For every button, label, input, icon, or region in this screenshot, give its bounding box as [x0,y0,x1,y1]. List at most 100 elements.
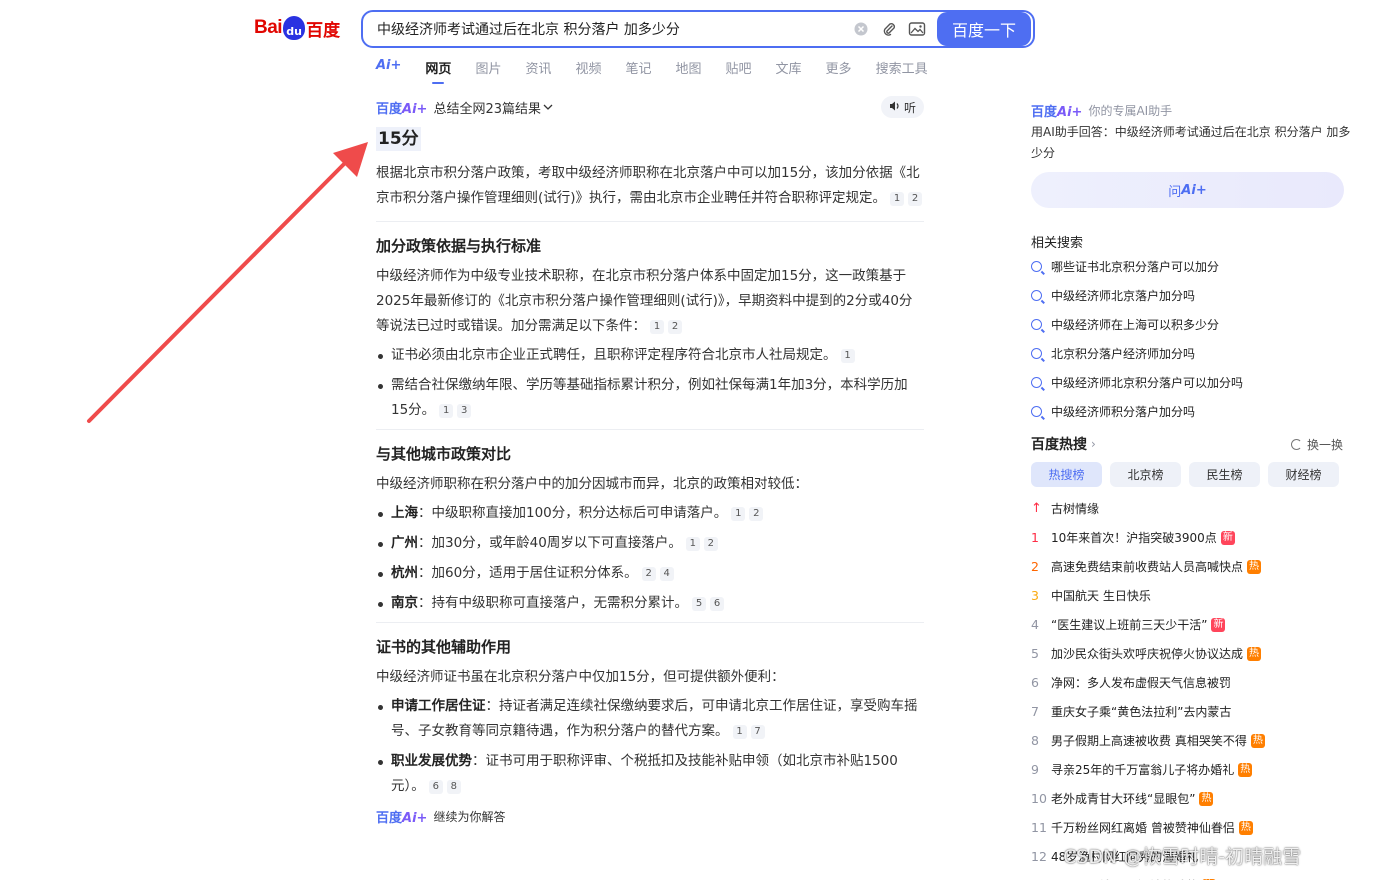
hot-rank: 12 [1031,849,1047,864]
hot-item[interactable]: 2 高速免费结束前收费站人员高喊快点热 [1031,552,1351,581]
divider [376,221,924,222]
ai-summary-toggle[interactable]: 总结全网23篇结果 [433,98,541,117]
hot-item[interactable]: 13又到了羽绒服pk短袖的季节热 [1031,871,1351,880]
search-input[interactable]: 中级经济师考试通过后在北京 积分落户 加多少分 [377,19,847,39]
related-item[interactable]: 北京积分落户经济师加分吗 [1031,339,1351,368]
hot-item[interactable]: 6 净网：多人发布虚假天气信息被罚 [1031,668,1351,697]
chevron-down-icon[interactable] [543,100,553,115]
section-text: 中级经济师证书虽在北京积分落户中仅加15分，但可提供额外便利： [376,669,785,685]
related-item[interactable]: 中级经济师在上海可以积多少分 [1031,310,1351,339]
ai-brand-suffix: Ai+ [1057,104,1083,120]
tab-map[interactable]: 地图 [676,58,702,84]
citation-ref[interactable]: 2 [703,537,718,551]
search-icon [1031,377,1042,388]
hot-item-text: 10年来首次！沪指突破3900点 [1051,531,1217,545]
ask-label: 问 [1168,184,1182,200]
tab-wenku[interactable]: 文库 [776,58,802,84]
hot-tab[interactable]: 热搜榜 [1031,462,1102,487]
tab-more[interactable]: 更多 [826,58,852,84]
related-item[interactable]: 中级经济师北京积分落户可以加分吗 [1031,368,1351,397]
listen-button[interactable]: 听 [880,96,924,118]
search-icon [1031,348,1042,359]
hot-rank: 2 [1031,559,1039,574]
citation-ref[interactable]: 7 [750,725,765,739]
hot-item[interactable]: 1 10年来首次！沪指突破3900点新 [1031,523,1351,552]
hot-search-header: 百度热搜 › 换一换 [1031,432,1351,456]
hot-item[interactable]: 9 寻亲25年的千万富翁儿子将办婚礼热 [1031,755,1351,784]
citation-ref[interactable]: 4 [659,567,674,581]
hot-item-text: 古树情缘 [1051,502,1100,516]
citation-ref[interactable]: 1 [439,404,454,418]
ai-brand: 百度Ai+ [376,807,427,826]
section-title: 加分政策依据与执行标准 [376,237,542,255]
citation-ref[interactable]: 2 [749,507,764,521]
hot-item-text: 中国航天 生日快乐 [1051,589,1151,603]
hot-item[interactable]: 10 老外成青甘大环线“显眼包” 热 [1031,784,1351,813]
baidu-logo[interactable]: Bai du 百度 [254,12,346,44]
continue-answer[interactable]: 百度Ai+ 继续为你解答 [376,807,924,826]
related-item[interactable]: 中级经济师积分落户加分吗 [1031,397,1351,426]
tab-notes[interactable]: 笔记 [625,58,651,84]
citation-ref[interactable]: 1 [732,725,747,739]
attachment-icon[interactable] [875,15,903,43]
hot-badge: 热 [1247,646,1262,661]
hot-item[interactable]: 3 中国航天 生日快乐 [1031,581,1351,610]
citation-ref[interactable]: 8 [446,780,461,794]
hot-search-title[interactable]: 百度热搜 [1031,434,1087,454]
ai-brand-suffix: Ai+ [402,811,428,826]
tab-search-tools[interactable]: 搜索工具 [876,58,928,84]
list-item-label: 上海 [391,505,418,521]
related-item[interactable]: 中级经济师北京落户加分吗 [1031,281,1351,310]
citation-ref[interactable]: 1 [650,320,664,334]
refresh-button[interactable]: 换一换 [1290,436,1343,453]
list-item-label: 申请工作居住证 [391,698,486,714]
clear-icon[interactable] [847,15,875,43]
image-search-icon[interactable] [903,15,931,43]
search-box[interactable]: 中级经济师考试通过后在北京 积分落户 加多少分 百度一下 [361,10,1035,48]
hot-item[interactable]: ↑ 古树情缘 [1031,494,1351,523]
hot-item[interactable]: 8 男子假期上高速被收费 真相哭笑不得热 [1031,726,1351,755]
hot-item-text: 净网：多人发布虚假天气信息被罚 [1051,676,1232,690]
citation-ref[interactable]: 1 [890,192,905,206]
hot-tab[interactable]: 财经榜 [1268,462,1339,487]
citation-ref[interactable]: 1 [731,507,746,521]
answer-highlight: 15分 [376,127,421,151]
citation-ref[interactable]: 6 [710,597,724,611]
hot-tab[interactable]: 北京榜 [1110,462,1181,487]
hot-item[interactable]: 11 千万粉丝网红离婚 曾被赞神仙眷侣热 [1031,813,1351,842]
citation-ref[interactable]: 1 [685,537,700,551]
related-item[interactable]: 哪些证书北京积分落户可以加分 [1031,252,1351,281]
tab-news[interactable]: 资讯 [525,58,551,84]
hot-item-text: 寻亲25年的千万富翁儿子将办婚礼 [1051,763,1235,777]
hot-item[interactable]: 5 加沙民众街头欢呼庆祝停火协议达成热 [1031,639,1351,668]
ask-ai-button[interactable]: 问 Ai+ [1031,172,1344,208]
list-item: 上海：中级职称直接加100分，积分达标后可申请落户。 1 2 [376,501,924,526]
hot-item[interactable]: 7 重庆女子乘“黄色法拉利”去内蒙古 [1031,697,1351,726]
chevron-right-icon[interactable]: › [1091,437,1096,451]
citation-ref[interactable]: 6 [428,780,443,794]
search-button[interactable]: 百度一下 [937,12,1031,46]
list-item-label: 职业发展优势 [391,753,472,769]
tab-web[interactable]: 网页 [425,58,451,84]
citation-ref[interactable]: 2 [668,320,682,334]
list-item: 需结合社保缴纳年限、学历等基础指标累计积分，例如社保每满1年加3分，本科学历加1… [376,373,924,423]
citation-ref[interactable]: 3 [457,404,472,418]
citation-ref[interactable]: 1 [840,349,855,363]
assistant-question: 用AI助手回答：中级经济师考试通过后在北京 积分落户 加多少分 [1031,125,1351,160]
tab-video[interactable]: 视频 [575,58,601,84]
hot-badge: 热 [1238,820,1253,835]
citation-ref[interactable]: 2 [641,567,656,581]
hot-tab[interactable]: 民生榜 [1189,462,1260,487]
logo-text-du: 百度 [306,20,341,41]
tab-images[interactable]: 图片 [475,58,501,84]
hot-rank: ↑ [1031,501,1042,516]
citation-ref[interactable]: 5 [692,597,706,611]
tab-ai[interactable]: Ai+ [376,58,401,84]
ask-ai-suffix: Ai+ [1181,182,1207,198]
hot-item-text: “医生建议上班前三天少干活” [1051,618,1208,632]
citation-ref[interactable]: 2 [908,192,923,206]
tab-tieba[interactable]: 贴吧 [726,58,752,84]
hot-rank: 8 [1031,733,1039,748]
hot-item[interactable]: 4 “医生建议上班前三天少干活” 新 [1031,610,1351,639]
ai-brand-text: 百度 [376,811,403,826]
